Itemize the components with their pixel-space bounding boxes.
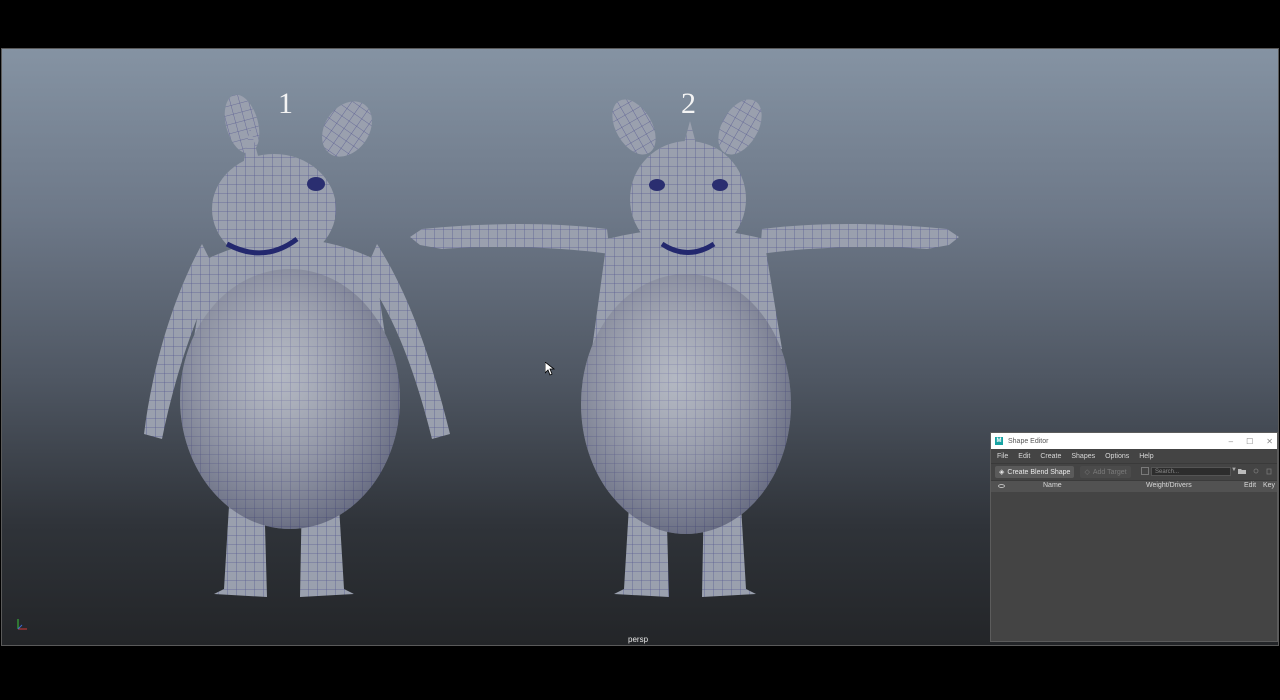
shape-editor-title: Shape Editor	[1008, 437, 1049, 445]
column-edit[interactable]: Edit	[1244, 482, 1256, 489]
mouse-cursor-icon	[545, 362, 555, 376]
folder-icon[interactable]	[1238, 467, 1246, 475]
menu-options[interactable]: Options	[1105, 453, 1129, 460]
shape-editor-titlebar[interactable]: M Shape Editor – ☐ ✕	[991, 433, 1277, 449]
blend-shape-icon: ◈	[999, 469, 1005, 476]
menu-create[interactable]: Create	[1040, 453, 1061, 460]
create-blend-shape-button[interactable]: ◈ Create Blend Shape	[995, 466, 1075, 478]
delete-icon[interactable]	[1265, 467, 1273, 475]
maya-app-icon: M	[995, 437, 1003, 445]
letterbox-top	[0, 0, 1280, 48]
column-weight-drivers[interactable]: Weight/Drivers	[1146, 482, 1192, 489]
maximize-icon[interactable]: ☐	[1246, 437, 1253, 446]
rhino-model-1[interactable]	[144, 91, 450, 597]
shape-editor-menubar: File Edit Create Shapes Options Help	[991, 449, 1277, 464]
chevron-down-icon[interactable]: ▼	[1231, 467, 1237, 473]
shape-list-panel[interactable]	[991, 501, 1277, 641]
letterbox-bottom	[0, 646, 1280, 700]
add-target-label: Add Target	[1092, 468, 1127, 476]
add-target-button[interactable]: ◇ Add Target	[1080, 466, 1131, 478]
close-icon[interactable]: ✕	[1266, 437, 1273, 446]
column-name[interactable]: Name	[1043, 482, 1062, 489]
menu-shapes[interactable]: Shapes	[1071, 453, 1095, 460]
menu-edit[interactable]: Edit	[1018, 453, 1030, 460]
model-1-label: 1	[278, 87, 293, 120]
eye-icon[interactable]	[998, 484, 1005, 488]
menu-file[interactable]: File	[997, 453, 1008, 460]
shape-list-header: Name Weight/Drivers Edit Key	[991, 480, 1277, 492]
link-icon[interactable]	[1253, 467, 1261, 475]
rhino-model-2[interactable]	[410, 92, 959, 597]
menu-help[interactable]: Help	[1139, 453, 1153, 460]
camera-name-label: persp	[628, 635, 649, 644]
search-input[interactable]: Search...	[1151, 467, 1231, 476]
add-target-icon: ◇	[1084, 469, 1090, 476]
shape-editor-window[interactable]: M Shape Editor – ☐ ✕ File Edit Create Sh…	[990, 432, 1278, 642]
axis-gizmo-icon	[17, 619, 27, 630]
create-blend-shape-label: Create Blend Shape	[1007, 468, 1071, 476]
shape-editor-toolbar: ◈ Create Blend Shape ◇ Add Target Search…	[991, 464, 1277, 480]
minimize-icon[interactable]: –	[1229, 437, 1233, 446]
filter-icon[interactable]	[1141, 467, 1149, 475]
column-key[interactable]: Key	[1263, 482, 1275, 489]
model-2-label: 2	[681, 87, 696, 120]
